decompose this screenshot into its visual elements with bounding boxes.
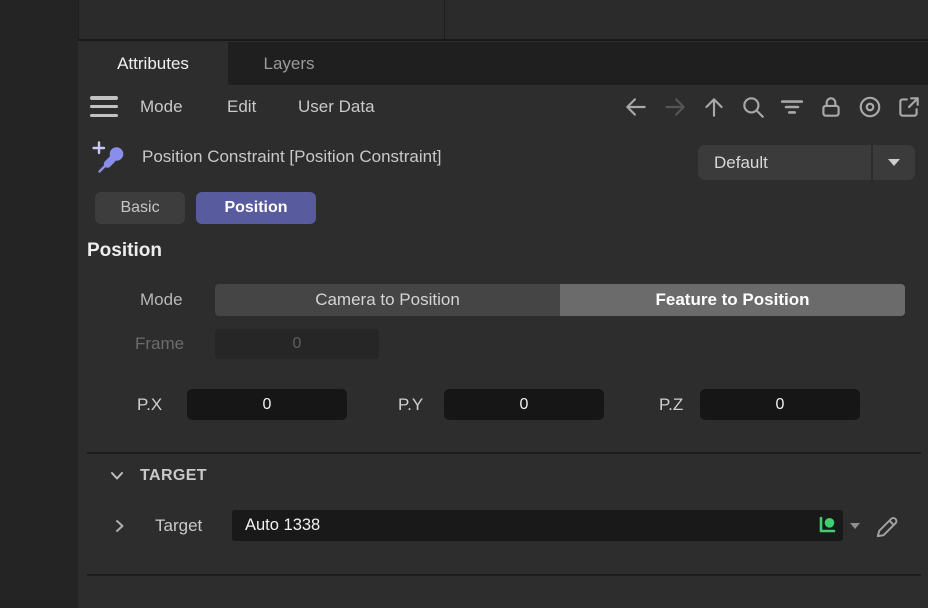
- tab-basic-label: Basic: [120, 199, 159, 217]
- section-divider: [87, 452, 921, 454]
- mode-option-feature-to-position[interactable]: Feature to Position: [560, 284, 905, 316]
- menu-edit[interactable]: Edit: [227, 85, 256, 128]
- preset-dropdown-arrow[interactable]: [873, 145, 915, 180]
- filter-icon[interactable]: [779, 94, 805, 120]
- px-label: P.X: [137, 389, 162, 420]
- popout-icon[interactable]: [896, 94, 922, 120]
- target-label: Target: [155, 510, 202, 542]
- scene-object-icon[interactable]: [816, 514, 838, 536]
- pencil-icon[interactable]: [871, 510, 902, 541]
- target-row: Target Auto 1338: [78, 510, 928, 542]
- mode-label: Mode: [140, 284, 183, 316]
- record-target-icon[interactable]: [857, 94, 883, 120]
- menu-user-data[interactable]: User Data: [298, 85, 375, 128]
- target-group-header: TARGET: [78, 464, 928, 488]
- tab-position[interactable]: Position: [196, 192, 316, 224]
- pz-field[interactable]: 0: [700, 389, 860, 420]
- mode-segmented-control: Camera to Position Feature to Position: [215, 284, 905, 316]
- dropdown-arrow-icon: [888, 159, 900, 166]
- menu-bar: Mode Edit User Data: [78, 85, 928, 128]
- arrow-right-icon[interactable]: [662, 94, 688, 120]
- frame-label: Frame: [135, 329, 184, 359]
- top-panel-fragment: [78, 0, 928, 41]
- tab-attributes[interactable]: Attributes: [78, 42, 228, 85]
- top-panel-divider: [444, 0, 445, 39]
- target-dropdown-arrow-icon[interactable]: [850, 523, 860, 529]
- chevron-right-icon[interactable]: [113, 518, 126, 534]
- arrow-up-icon[interactable]: [701, 94, 727, 120]
- target-group-label: TARGET: [140, 464, 207, 488]
- object-title: Position Constraint [Position Constraint…: [142, 132, 442, 182]
- frame-field: 0: [215, 329, 379, 359]
- py-label: P.Y: [398, 389, 423, 420]
- preset-dropdown-value[interactable]: Default: [698, 145, 871, 180]
- arrow-left-icon[interactable]: [623, 94, 649, 120]
- hamburger-icon[interactable]: [90, 96, 118, 117]
- mode-option-camera-to-position[interactable]: Camera to Position: [215, 284, 560, 316]
- chevron-down-icon[interactable]: [109, 469, 125, 483]
- lock-icon[interactable]: [818, 94, 844, 120]
- tab-attributes-label: Attributes: [117, 54, 189, 74]
- frame-row: Frame 0: [78, 329, 928, 359]
- search-icon[interactable]: [740, 94, 766, 120]
- object-header-row: Position Constraint [Position Constraint…: [78, 132, 928, 182]
- target-link-field[interactable]: Auto 1338: [232, 510, 843, 541]
- px-field[interactable]: 0: [187, 389, 347, 420]
- tab-position-label: Position: [224, 199, 287, 217]
- tab-layers-label: Layers: [263, 54, 314, 74]
- target-link-value: Auto 1338: [245, 510, 320, 541]
- py-field[interactable]: 0: [444, 389, 604, 420]
- tab-layers[interactable]: Layers: [228, 42, 350, 85]
- pin-icon[interactable]: [90, 139, 130, 179]
- menu-mode[interactable]: Mode: [140, 85, 183, 128]
- pz-label: P.Z: [659, 389, 683, 420]
- panel-tab-bar: Attributes Layers: [78, 42, 928, 85]
- section-heading: Position: [87, 240, 162, 262]
- preset-dropdown[interactable]: Default: [698, 145, 915, 180]
- attribute-manager-panel: Attributes Layers Mode Edit User Data: [78, 0, 928, 608]
- nav-icon-group: [623, 85, 922, 128]
- bottom-divider: [87, 574, 921, 576]
- tab-basic[interactable]: Basic: [95, 192, 185, 224]
- mode-row: Mode Camera to Position Feature to Posit…: [78, 284, 928, 316]
- attribute-manager-window: Attributes Layers Mode Edit User Data: [0, 0, 928, 608]
- coordinates-row: P.X 0 P.Y 0 P.Z 0: [78, 389, 928, 420]
